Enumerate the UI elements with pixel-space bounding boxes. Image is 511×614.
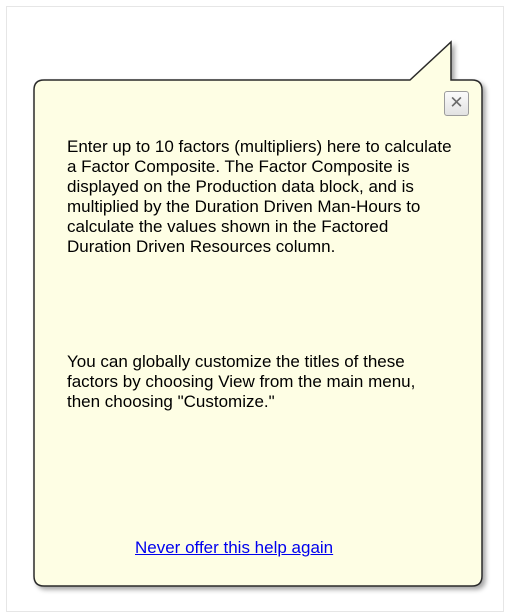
close-button[interactable]: ✕ <box>444 91 469 116</box>
help-paragraph-customize: You can globally customize the titles of… <box>67 352 416 411</box>
help-balloon-shape <box>33 40 483 587</box>
close-icon: ✕ <box>449 93 464 113</box>
never-offer-help-link[interactable]: Never offer this help again <box>135 538 333 558</box>
help-paragraph-factors: Enter up to 10 factors (multipliers) her… <box>67 137 452 256</box>
help-balloon-window: ✕ Enter up to 10 factors (multipliers) h… <box>0 0 511 614</box>
